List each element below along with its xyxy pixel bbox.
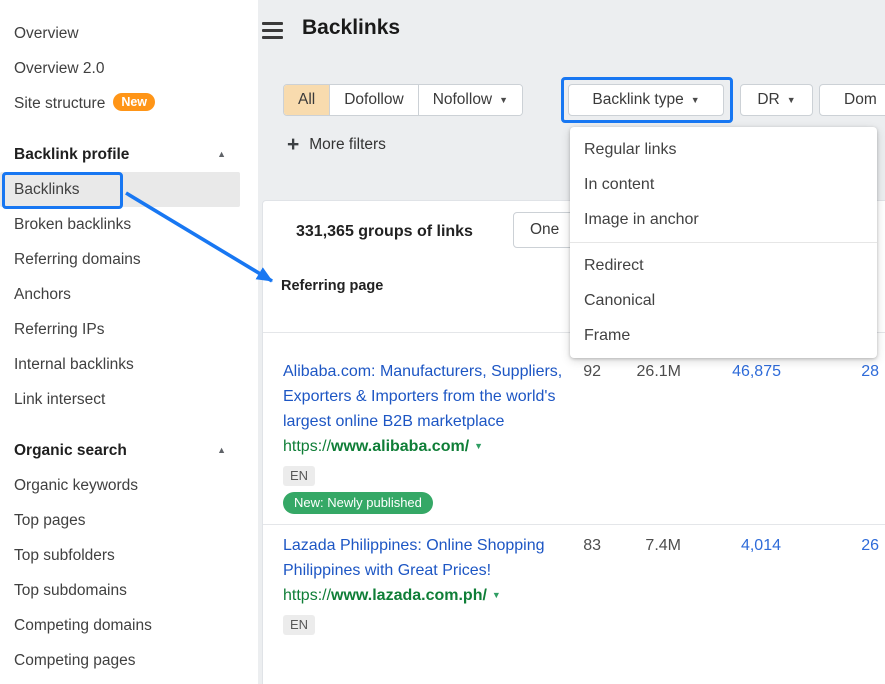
backlinks-page: Overview Overview 2.0 Site structureNew … xyxy=(0,0,885,684)
sidebar-item-referring-domains[interactable]: Referring domains xyxy=(0,242,240,277)
menu-bar xyxy=(262,36,283,39)
referring-page-cell: Lazada Philippines: Online Shopping Phil… xyxy=(283,533,563,635)
domain-filter-button[interactable]: Dom xyxy=(819,84,885,116)
sidebar-item-organic-keywords[interactable]: Organic keywords xyxy=(0,468,240,503)
stat-keywords-link[interactable]: 4,014 xyxy=(681,533,781,635)
filter-dofollow-button[interactable]: Dofollow xyxy=(330,85,418,115)
sidebar-item-top-pages[interactable]: Top pages xyxy=(0,503,240,538)
plus-icon: + xyxy=(287,133,299,157)
sidebar: Overview Overview 2.0 Site structureNew … xyxy=(0,0,258,684)
backlink-type-label: Backlink type xyxy=(592,91,683,108)
sidebar-heading-backlink-profile[interactable]: Backlink profile ▲ xyxy=(0,137,240,172)
dr-label: DR xyxy=(757,91,779,108)
sidebar-item-link-intersect[interactable]: Link intersect xyxy=(0,382,240,417)
more-filters-button[interactable]: + More filters xyxy=(287,131,386,159)
sidebar-heading-label: Backlink profile xyxy=(14,137,129,172)
sidebar-item-backlinks[interactable]: Backlinks xyxy=(0,172,240,207)
stat-links-link[interactable]: 26 xyxy=(781,533,879,635)
follow-filter-group: All Dofollow Nofollow ▼ xyxy=(283,84,523,116)
referring-page-title-link[interactable]: Lazada Philippines: Online Shopping Phil… xyxy=(283,533,563,583)
referring-page-url[interactable]: https://www.lazada.com.ph/ ▼ xyxy=(283,583,563,608)
filter-nofollow-button[interactable]: Nofollow ▼ xyxy=(419,85,522,115)
groups-count: 331,365 groups of links xyxy=(296,223,473,241)
stat-dr: 92 xyxy=(563,359,601,514)
url-prefix: https:// xyxy=(283,587,331,604)
collapse-up-icon[interactable]: ▲ xyxy=(217,137,226,172)
sidebar-item-competing-pages[interactable]: Competing pages xyxy=(0,643,240,678)
dropdown-item-image-in-anchor[interactable]: Image in anchor xyxy=(570,202,877,237)
filter-nofollow-label: Nofollow xyxy=(433,91,492,108)
dr-filter-button[interactable]: DR ▼ xyxy=(740,84,813,116)
filter-all-button[interactable]: All xyxy=(284,85,330,115)
menu-icon[interactable] xyxy=(262,22,283,39)
sidebar-item-top-subfolders[interactable]: Top subfolders xyxy=(0,538,240,573)
dropdown-item-in-content[interactable]: In content xyxy=(570,167,877,202)
language-badge: EN xyxy=(283,615,315,635)
new-badge: New xyxy=(113,93,155,111)
table-row: Alibaba.com: Manufacturers, Suppliers, E… xyxy=(263,333,885,525)
chevron-down-icon[interactable]: ▼ xyxy=(492,590,501,600)
stat-dr: 83 xyxy=(563,533,601,635)
stat-traffic: 26.1M xyxy=(601,359,681,514)
stat-links-link[interactable]: 28 xyxy=(781,359,879,514)
sidebar-item-top-subdomains[interactable]: Top subdomains xyxy=(0,573,240,608)
chevron-down-icon: ▼ xyxy=(787,95,796,105)
sidebar-heading-label: Organic search xyxy=(14,433,127,468)
sidebar-item-label: Site structure xyxy=(14,95,105,112)
stat-traffic: 7.4M xyxy=(601,533,681,635)
chevron-down-icon: ▼ xyxy=(499,95,508,105)
sidebar-item-broken-backlinks[interactable]: Broken backlinks xyxy=(0,207,240,242)
language-badge: EN xyxy=(283,466,315,486)
url-domain: www.lazada.com.ph/ xyxy=(331,587,487,604)
backlink-type-button[interactable]: Backlink type ▼ xyxy=(568,84,724,116)
chevron-down-icon[interactable]: ▼ xyxy=(474,441,483,451)
sidebar-item-competing-domains[interactable]: Competing domains xyxy=(0,608,240,643)
sidebar-item-site-structure[interactable]: Site structure New xyxy=(0,86,240,121)
table-row: Lazada Philippines: Online Shopping Phil… xyxy=(263,525,885,645)
sidebar-item-overview-2[interactable]: Overview 2.0 xyxy=(0,51,240,86)
sidebar-item-anchors[interactable]: Anchors xyxy=(0,277,240,312)
url-prefix: https:// xyxy=(283,438,331,455)
more-filters-label: More filters xyxy=(309,136,386,154)
newly-published-badge: New: Newly published xyxy=(283,492,433,514)
dropdown-divider xyxy=(570,242,877,243)
backlink-type-dropdown: Regular links In content Image in anchor… xyxy=(570,127,877,358)
dropdown-item-canonical[interactable]: Canonical xyxy=(570,283,877,318)
sidebar-item-overview[interactable]: Overview xyxy=(0,16,240,51)
domain-label: Dom xyxy=(844,91,877,108)
page-title: Backlinks xyxy=(302,16,400,40)
referring-page-title-link[interactable]: Alibaba.com: Manufacturers, Suppliers, E… xyxy=(283,359,563,434)
sidebar-item-referring-ips[interactable]: Referring IPs xyxy=(0,312,240,347)
url-domain: www.alibaba.com/ xyxy=(331,438,469,455)
collapse-up-icon[interactable]: ▲ xyxy=(217,433,226,468)
menu-bar xyxy=(262,22,283,25)
referring-page-url[interactable]: https://www.alibaba.com/ ▼ xyxy=(283,434,563,459)
stat-keywords-link[interactable]: 46,875 xyxy=(681,359,781,514)
chevron-down-icon: ▼ xyxy=(691,95,700,105)
dropdown-item-frame[interactable]: Frame xyxy=(570,318,877,353)
sidebar-heading-organic-search[interactable]: Organic search ▲ xyxy=(0,433,240,468)
dropdown-item-regular-links[interactable]: Regular links xyxy=(570,132,877,167)
dropdown-item-redirect[interactable]: Redirect xyxy=(570,248,877,283)
referring-page-cell: Alibaba.com: Manufacturers, Suppliers, E… xyxy=(283,359,563,514)
menu-bar xyxy=(262,29,283,32)
sidebar-item-internal-backlinks[interactable]: Internal backlinks xyxy=(0,347,240,382)
